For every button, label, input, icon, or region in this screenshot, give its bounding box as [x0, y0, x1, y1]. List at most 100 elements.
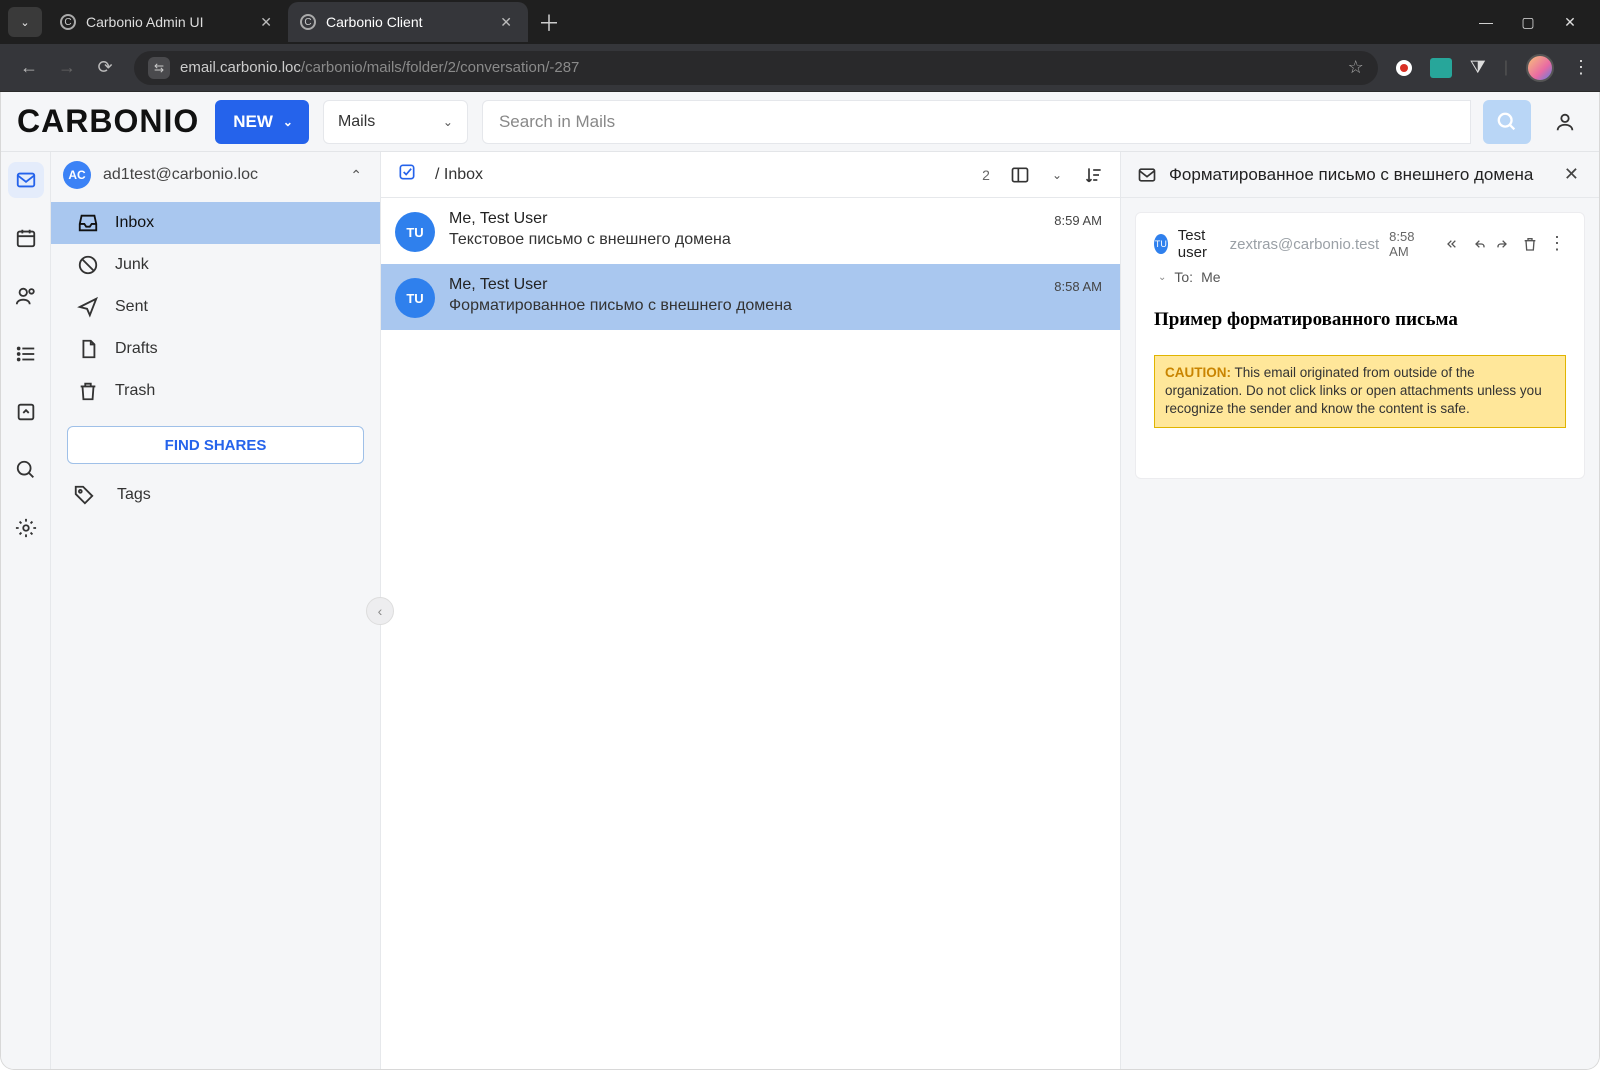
account-avatar: AC	[63, 161, 91, 189]
site-info-icon[interactable]: ⇆	[148, 57, 170, 79]
mail-icon	[15, 169, 37, 191]
browser-menu-icon[interactable]: ⋮	[1572, 57, 1590, 78]
message-count: 2	[982, 167, 990, 183]
tags-label: Tags	[117, 486, 151, 504]
close-reader-button[interactable]: ✕	[1560, 162, 1583, 187]
recording-indicator-icon[interactable]	[1396, 60, 1412, 76]
browser-navbar: ← → ⟳ ⇆ email.carbonio.loc/carbonio/mail…	[0, 44, 1600, 92]
url-bar[interactable]: ⇆ email.carbonio.loc/carbonio/mails/fold…	[134, 51, 1378, 85]
url-host: email.carbonio.loc	[180, 59, 301, 76]
rail-mail[interactable]	[8, 162, 44, 198]
message-list: TUMe, Test UserТекстовое письмо с внешне…	[381, 198, 1120, 330]
sender-avatar: TU	[1154, 234, 1168, 254]
sent-icon	[77, 296, 99, 318]
url-path: /carbonio/mails/folder/2/conversation/-2…	[301, 59, 579, 76]
browser-tabstrip: ⌄ C Carbonio Admin UI ✕ C Carbonio Clien…	[0, 0, 1600, 44]
message-item[interactable]: TUMe, Test UserФорматированное письмо с …	[381, 264, 1120, 330]
rail-search[interactable]	[8, 452, 44, 488]
browser-tab-title: Carbonio Client	[326, 14, 486, 30]
folder-junk[interactable]: Junk	[57, 244, 374, 286]
folder-inbox[interactable]: Inbox	[51, 202, 380, 244]
rail-calendar[interactable]	[8, 220, 44, 256]
rail-files[interactable]	[8, 394, 44, 430]
folder-label: Drafts	[115, 340, 158, 358]
folder-sidebar: AC ad1test@carbonio.loc ⌃ Inbox Junk Sen…	[51, 152, 381, 1069]
nav-back-button[interactable]: ←	[10, 49, 48, 87]
close-tab-icon[interactable]: ✕	[496, 10, 516, 35]
message-time: 8:58 AM	[1054, 276, 1102, 294]
people-icon	[15, 285, 37, 307]
app-logo: CARBONIO	[15, 103, 201, 140]
browser-chrome: ⌄ C Carbonio Admin UI ✕ C Carbonio Clien…	[0, 0, 1600, 92]
folder-label: Inbox	[115, 214, 154, 232]
account-row[interactable]: AC ad1test@carbonio.loc ⌃	[51, 152, 380, 198]
message-reader: Форматированное письмо с внешнего домена…	[1121, 152, 1599, 1069]
folder-label: Sent	[115, 298, 148, 316]
extensions-menu-icon[interactable]: ⧩	[1470, 57, 1486, 78]
layout-icon[interactable]	[1010, 165, 1030, 185]
chevron-down-icon[interactable]: ⌄	[1052, 168, 1062, 182]
search-input[interactable]: Search in Mails	[482, 100, 1471, 144]
message-time: 8:58 AM	[1389, 229, 1422, 259]
user-menu-button[interactable]	[1545, 102, 1585, 142]
tags-row[interactable]: Tags	[51, 474, 380, 516]
reply-all-icon[interactable]	[1444, 236, 1460, 252]
search-scope-select[interactable]: Mails ⌄	[323, 100, 468, 144]
message-list-header: / Inbox 2 ⌄	[381, 152, 1120, 198]
favicon-icon: C	[60, 14, 76, 30]
folder-sent[interactable]: Sent	[57, 286, 374, 328]
extension-icon[interactable]	[1430, 58, 1452, 78]
sort-icon[interactable]	[1084, 165, 1104, 185]
to-label: To:	[1174, 269, 1193, 285]
select-all-checkbox[interactable]	[397, 162, 417, 187]
breadcrumb: / Inbox	[435, 166, 483, 184]
close-tab-icon[interactable]: ✕	[256, 10, 276, 35]
rail-tasks[interactable]	[8, 336, 44, 372]
calendar-icon	[15, 227, 37, 249]
trash-icon	[77, 380, 99, 402]
files-icon	[15, 401, 37, 423]
to-value: Me	[1201, 269, 1220, 285]
nav-forward-button[interactable]: →	[48, 49, 86, 87]
chevron-up-icon[interactable]: ⌃	[350, 167, 362, 184]
rail-contacts[interactable]	[8, 278, 44, 314]
bookmark-icon[interactable]: ☆	[1348, 57, 1364, 78]
find-shares-label: FIND SHARES	[165, 437, 267, 454]
search-button[interactable]	[1483, 100, 1531, 144]
window-maximize-icon[interactable]: ▢	[1520, 14, 1536, 31]
message-item[interactable]: TUMe, Test UserТекстовое письмо с внешне…	[381, 198, 1120, 264]
new-button-label: NEW	[233, 112, 273, 132]
nav-reload-button[interactable]: ⟳	[86, 49, 124, 87]
sender-email: zextras@carbonio.test	[1230, 236, 1379, 253]
new-button[interactable]: NEW ⌄	[215, 100, 309, 144]
window-minimize-icon[interactable]: —	[1478, 14, 1494, 31]
folder-drafts[interactable]: Drafts	[57, 328, 374, 370]
message-list-panel: / Inbox 2 ⌄ TUMe, Test UserТекстовое пис…	[381, 152, 1121, 1069]
more-actions-icon[interactable]: ⋮	[1548, 236, 1566, 252]
forward-icon[interactable]	[1496, 236, 1512, 252]
collapse-sidebar-button[interactable]: ‹	[366, 597, 394, 625]
folder-trash[interactable]: Trash	[57, 370, 374, 412]
browser-tablist-menu[interactable]: ⌄	[8, 7, 42, 37]
search-scope-value: Mails	[338, 113, 375, 131]
chevron-down-icon: ⌄	[443, 115, 453, 129]
message-from: Me, Test User	[449, 210, 1040, 228]
window-close-icon[interactable]: ✕	[1562, 14, 1578, 31]
search-icon	[1496, 111, 1518, 133]
mail-icon	[1137, 165, 1157, 185]
message-header-row: TU Test user zextras@carbonio.test 8:58 …	[1154, 227, 1566, 261]
trash-icon[interactable]	[1522, 236, 1538, 252]
message-card: TU Test user zextras@carbonio.test 8:58 …	[1135, 212, 1585, 479]
app-header: CARBONIO NEW ⌄ Mails ⌄ Search in Mails	[1, 92, 1599, 152]
browser-tab-0[interactable]: C Carbonio Admin UI ✕	[48, 2, 288, 42]
message-avatar: TU	[395, 212, 435, 252]
browser-tab-1[interactable]: C Carbonio Client ✕	[288, 2, 528, 42]
profile-avatar[interactable]	[1526, 54, 1554, 82]
recipient-line[interactable]: ⌄ To: Me	[1154, 269, 1566, 285]
app-root: CARBONIO NEW ⌄ Mails ⌄ Search in Mails	[0, 92, 1600, 1070]
browser-extension-area: ⧩ | ⋮	[1388, 54, 1590, 82]
reply-icon[interactable]	[1470, 236, 1486, 252]
new-tab-button[interactable]: ＋	[528, 2, 570, 42]
rail-settings[interactable]	[8, 510, 44, 546]
find-shares-button[interactable]: FIND SHARES	[67, 426, 364, 464]
